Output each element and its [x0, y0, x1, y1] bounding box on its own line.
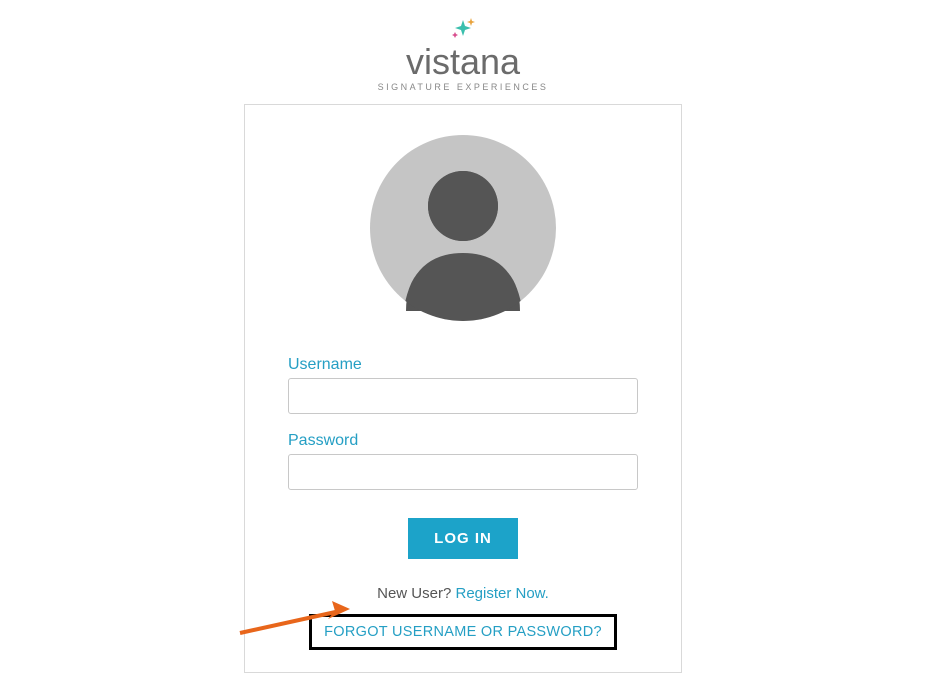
- brand-tagline: SIGNATURE EXPERIENCES: [378, 82, 549, 92]
- login-card: Username Password LOG IN New User? Regis…: [244, 104, 682, 673]
- forgot-username-password-link[interactable]: FORGOT USERNAME OR PASSWORD?: [324, 624, 602, 640]
- brand-logo: vistana SIGNATURE EXPERIENCES: [378, 18, 549, 92]
- new-user-text: New User? Register Now.: [377, 585, 549, 602]
- forgot-link-highlight: FORGOT USERNAME OR PASSWORD?: [309, 614, 617, 650]
- new-user-prefix: New User?: [377, 585, 455, 602]
- register-link[interactable]: Register Now.: [455, 585, 548, 602]
- username-label: Username: [288, 356, 638, 374]
- password-label: Password: [288, 432, 638, 450]
- login-button[interactable]: LOG IN: [408, 518, 518, 559]
- password-input[interactable]: [288, 454, 638, 490]
- sparkle-icon: [378, 18, 549, 42]
- username-input[interactable]: [288, 378, 638, 414]
- brand-name: vistana: [378, 44, 549, 80]
- avatar-placeholder-icon: [370, 135, 556, 326]
